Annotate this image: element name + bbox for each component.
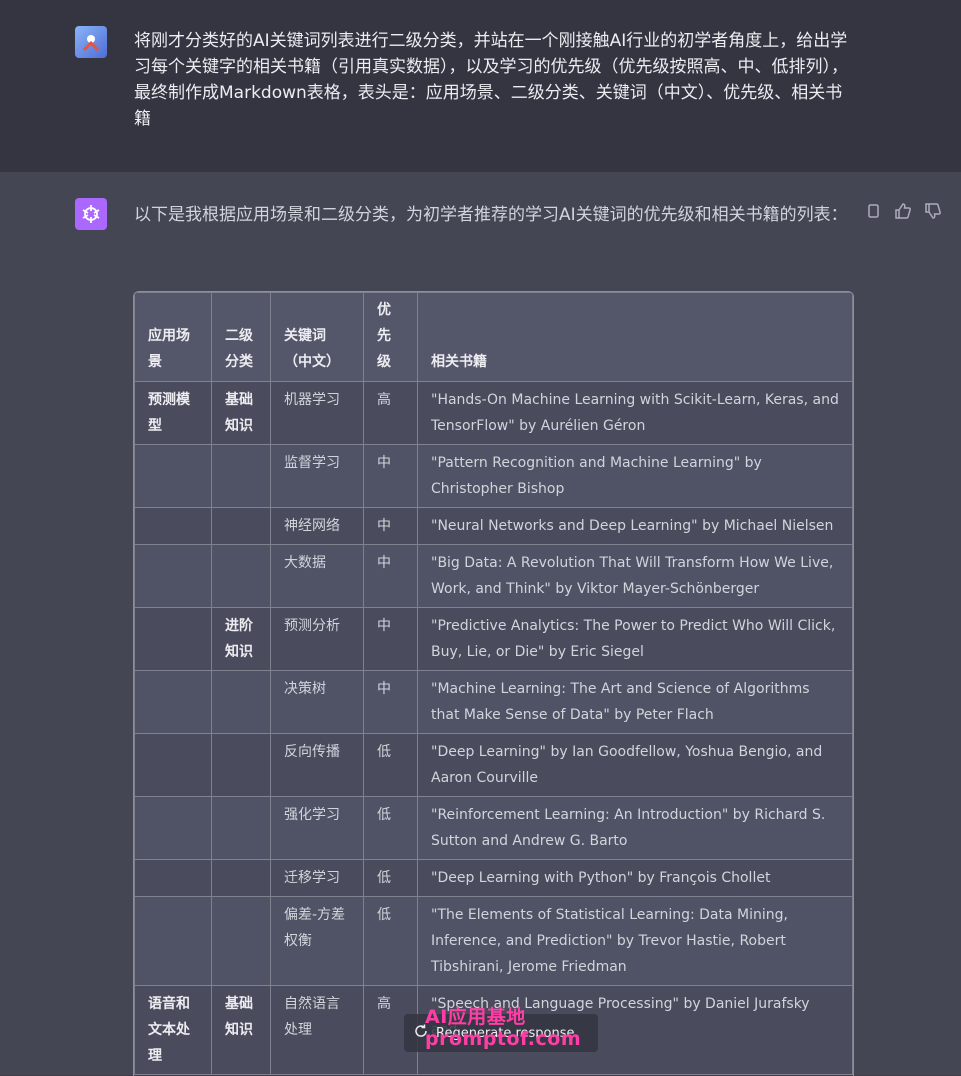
cell-books: "Machine Learning: The Art and Science o… — [417, 670, 853, 734]
table-row: 反向传播低 "Deep Learning" by Ian Goodfellow, … — [134, 733, 853, 797]
table-row: 监督学习中 "Pattern Recognition and Machine Le… — [134, 444, 853, 508]
cell-subcategory — [211, 670, 271, 734]
cell-subcategory: 基础知识 — [211, 381, 271, 445]
cell-scenario — [134, 796, 212, 860]
cell-keyword: 偏差-方差权衡 — [270, 896, 364, 986]
cell-priority: 低 — [363, 796, 418, 860]
cell-priority: 低 — [363, 859, 418, 897]
cell-priority: 低 — [363, 733, 418, 797]
header-priority: 优先级 — [363, 292, 418, 382]
cell-scenario — [134, 859, 212, 897]
cell-scenario — [134, 670, 212, 734]
openai-logo-icon — [75, 198, 107, 230]
cell-scenario: 预测模型 — [134, 381, 212, 445]
assistant-intro-text: 以下是我根据应用场景和二级分类，为初学者推荐的学习AI关键词的优先级和相关书籍的… — [134, 205, 848, 225]
user-message: 将刚才分类好的AI关键词列表进行二级分类，并站在一个刚接触AI行业的初学者角度上… — [0, 0, 961, 172]
cell-priority: 中 — [363, 507, 418, 545]
cell-books: "Neural Networks and Deep Learning" by M… — [417, 507, 853, 545]
table-row: 神经网络中 "Neural Networks and Deep Learning"… — [134, 507, 853, 545]
regenerate-label: Regenerate response — [436, 1025, 575, 1041]
cell-keyword: 迁移学习 — [270, 859, 364, 897]
cell-priority: 低 — [363, 896, 418, 986]
cell-subcategory: 基础知识 — [211, 985, 271, 1075]
header-subcategory: 二级分类 — [211, 292, 271, 382]
header-scenario: 应用场景 — [134, 292, 212, 382]
table-row: 大数据中 "Big Data: A Revolution That Will Tr… — [134, 544, 853, 608]
cell-keyword: 反向传播 — [270, 733, 364, 797]
table-header-row: 应用场景 二级分类 关键词（中文） 优先级 相关书籍 — [134, 292, 853, 382]
message-actions — [864, 202, 942, 220]
cell-keyword: 监督学习 — [270, 444, 364, 508]
regenerate-response-button[interactable]: Regenerate response — [404, 1014, 598, 1052]
user-avatar-icon — [75, 26, 107, 58]
thumbs-up-icon[interactable] — [894, 202, 912, 220]
cell-scenario — [134, 607, 212, 671]
table-row: 进阶知识 预测分析中 "Predictive Analytics: The Powe… — [134, 607, 853, 671]
cell-priority: 中 — [363, 544, 418, 608]
cell-subcategory — [211, 796, 271, 860]
cell-keyword: 预测分析 — [270, 607, 364, 671]
cell-books: "Predictive Analytics: The Power to Pred… — [417, 607, 853, 671]
table-row: 强化学习低 "Reinforcement Learning: An Introdu… — [134, 796, 853, 860]
cell-subcategory: 进阶知识 — [211, 607, 271, 671]
cell-priority: 中 — [363, 444, 418, 508]
cell-books: "Big Data: A Revolution That Will Transf… — [417, 544, 853, 608]
table-row: 决策树中 "Machine Learning: The Art and Scien… — [134, 670, 853, 734]
cell-books: "Deep Learning" by Ian Goodfellow, Yoshu… — [417, 733, 853, 797]
cell-priority: 中 — [363, 607, 418, 671]
cell-keyword: 强化学习 — [270, 796, 364, 860]
cell-scenario — [134, 544, 212, 608]
cell-scenario — [134, 444, 212, 508]
cell-books: "Reinforcement Learning: An Introduction… — [417, 796, 853, 860]
cell-scenario — [134, 507, 212, 545]
table-row: 预测模型 基础知识 机器学习高 "Hands-On Machine Learning … — [134, 381, 853, 445]
thumbs-down-icon[interactable] — [924, 202, 942, 220]
cell-books: "The Elements of Statistical Learning: D… — [417, 896, 853, 986]
cell-keyword: 神经网络 — [270, 507, 364, 545]
cell-keyword: 大数据 — [270, 544, 364, 608]
table-row: 迁移学习低 "Deep Learning with Python" by Fran… — [134, 859, 853, 897]
cell-subcategory — [211, 896, 271, 986]
cell-subcategory — [211, 544, 271, 608]
cell-scenario: 语音和文本处理 — [134, 985, 212, 1075]
cell-scenario — [134, 896, 212, 986]
cell-keyword: 自然语言处理 — [270, 985, 364, 1075]
cell-priority: 中 — [363, 670, 418, 734]
cell-books: "Pattern Recognition and Machine Learnin… — [417, 444, 853, 508]
user-prompt-text: 将刚才分类好的AI关键词列表进行二级分类，并站在一个刚接触AI行业的初学者角度上… — [134, 31, 848, 129]
header-keyword: 关键词（中文） — [270, 292, 364, 382]
cell-priority: 高 — [363, 381, 418, 445]
copy-icon[interactable] — [864, 202, 882, 220]
cell-subcategory — [211, 859, 271, 897]
keywords-table: 应用场景 二级分类 关键词（中文） 优先级 相关书籍 预测模型 基础知识 机器学习高… — [133, 291, 854, 1076]
cell-scenario — [134, 733, 212, 797]
refresh-icon — [414, 1024, 428, 1042]
cell-subcategory — [211, 507, 271, 545]
cell-keyword: 机器学习 — [270, 381, 364, 445]
cell-books: "Deep Learning with Python" by François … — [417, 859, 853, 897]
cell-books: "Hands-On Machine Learning with Scikit-L… — [417, 381, 853, 445]
header-books: 相关书籍 — [417, 292, 853, 382]
cell-keyword: 决策树 — [270, 670, 364, 734]
cell-subcategory — [211, 444, 271, 508]
table-row: 偏差-方差权衡低 "The Elements of Statistical Lea… — [134, 896, 853, 986]
cell-subcategory — [211, 733, 271, 797]
